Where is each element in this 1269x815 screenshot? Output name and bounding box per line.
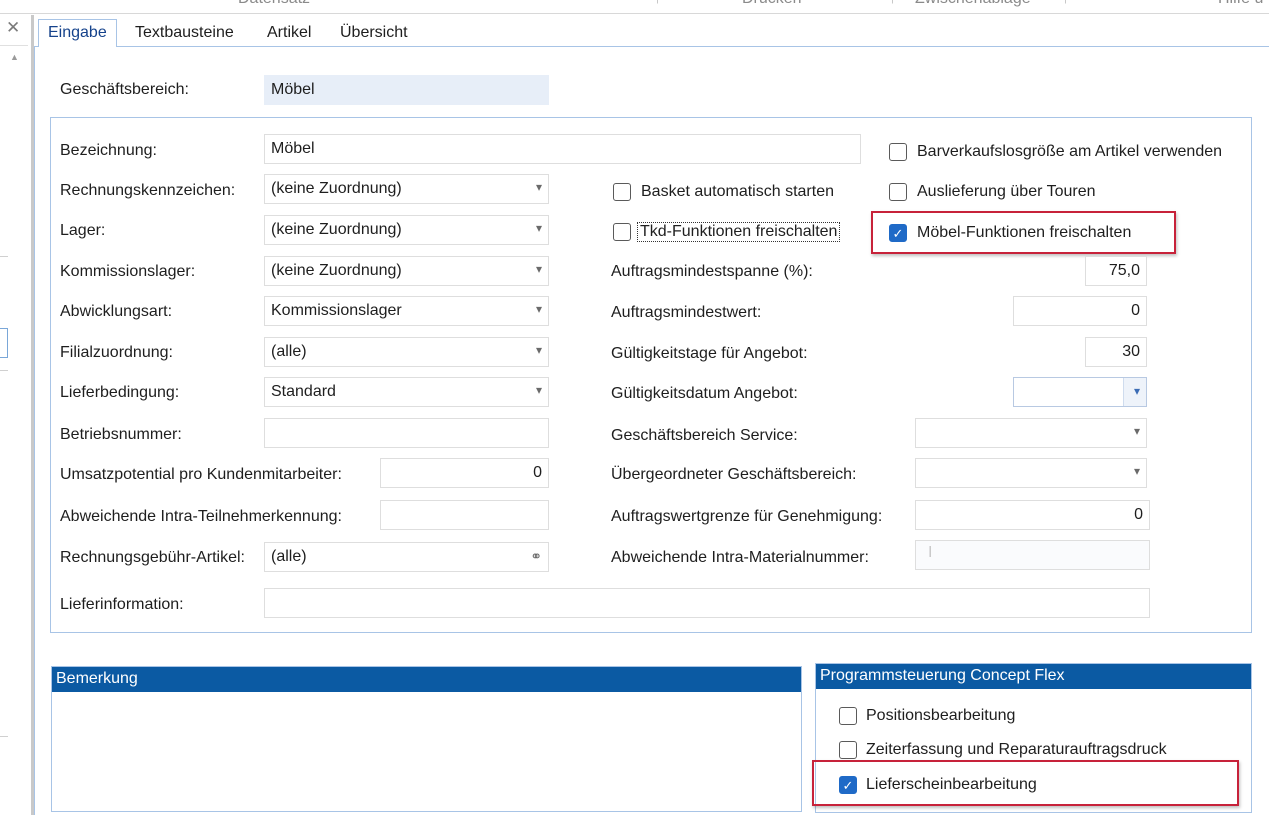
- ribbon-launcher-icon[interactable]: ↑: [655, 0, 661, 6]
- ribbon-group-zwischenablage: Zwischenablage: [915, 0, 1031, 8]
- pane-selected-item[interactable]: [0, 328, 8, 358]
- intra-material-label: Abweichende Intra-Materialnummer:: [611, 549, 869, 566]
- pane-divider: [0, 256, 8, 257]
- date-dropdown-icon[interactable]: ▾: [1134, 384, 1140, 398]
- tab-bar: Eingabe Textbausteine Artikel Übersicht: [34, 15, 1269, 48]
- betriebsnummer-label: Betriebsnummer:: [60, 426, 182, 443]
- betriebsnummer-input[interactable]: [264, 418, 549, 448]
- rechnungsgebuehr-lookup[interactable]: (alle) ⚭: [264, 542, 549, 572]
- rechnungskennzeichen-combo[interactable]: (keine Zuordnung): [264, 174, 549, 204]
- ribbon-group-drucken: Drucken: [742, 0, 802, 8]
- basket-checkbox[interactable]: [613, 183, 631, 201]
- zeiterfassung-label: Zeiterfassung und Reparaturauftragsdruck: [866, 741, 1167, 758]
- umsatzpotential-input[interactable]: 0: [380, 458, 549, 488]
- mindestwert-label: Auftragsmindestwert:: [611, 304, 762, 321]
- bemerkung-panel: Bemerkung: [51, 666, 802, 812]
- positionsbearbeitung-label: Positionsbearbeitung: [866, 707, 1016, 724]
- ribbon-launcher-icon[interactable]: ↑: [890, 0, 896, 6]
- moebel-checkbox[interactable]: ✓: [889, 224, 907, 242]
- pane-separator: [0, 45, 28, 46]
- mindestspanne-label: Auftragsmindestspanne (%):: [611, 263, 813, 280]
- close-icon[interactable]: ✕: [6, 18, 20, 38]
- rechnungskennzeichen-label: Rechnungskennzeichen:: [60, 182, 236, 199]
- geschaeftsbereich-label: Geschäftsbereich:: [60, 81, 189, 98]
- lieferbedingung-label: Lieferbedingung:: [60, 384, 180, 401]
- zeiterfassung-checkbox[interactable]: [839, 741, 857, 759]
- intra-material-input[interactable]: I: [915, 540, 1150, 570]
- gb-service-combo[interactable]: [915, 418, 1147, 448]
- concept-flex-header: Programmsteuerung Concept Flex: [816, 664, 1251, 689]
- bemerkung-textarea[interactable]: [52, 692, 801, 811]
- ribbon-launcher-icon[interactable]: ↑: [1063, 0, 1069, 6]
- gueltigkeitstage-input[interactable]: 30: [1085, 337, 1147, 367]
- intra-teilnehmer-label: Abweichende Intra-Teilnehmerkennung:: [60, 508, 342, 525]
- kommissionslager-label: Kommissionslager:: [60, 263, 196, 280]
- barverkauf-checkbox[interactable]: [889, 143, 907, 161]
- pane-divider: [0, 370, 8, 371]
- gueltigkeitstage-label: Gültigkeitstage für Angebot:: [611, 345, 808, 362]
- lieferscheinbearbeitung-label: Lieferscheinbearbeitung: [866, 776, 1037, 793]
- rechnungsgebuehr-label: Rechnungsgebühr-Artikel:: [60, 549, 245, 566]
- ribbon-group-hilfe: Hilfe u: [1218, 0, 1263, 8]
- abwicklungsart-label: Abwicklungsart:: [60, 303, 173, 320]
- lieferbedingung-combo[interactable]: Standard: [264, 377, 549, 407]
- auslieferung-label: Auslieferung über Touren: [917, 183, 1096, 200]
- rechnungsgebuehr-value: (alle): [271, 548, 307, 565]
- bemerkung-header: Bemerkung: [52, 667, 801, 692]
- bezeichnung-label: Bezeichnung:: [60, 142, 157, 159]
- tkd-checkbox[interactable]: [613, 223, 631, 241]
- wertgrenze-label: Auftragswertgrenze für Genehmigung:: [611, 508, 883, 525]
- tkd-label: Tkd-Funktionen freischalten: [637, 222, 841, 242]
- gb-uebergeordnet-label: Übergeordneter Geschäftsbereich:: [611, 466, 857, 483]
- lieferinformation-label: Lieferinformation:: [60, 596, 184, 613]
- gb-uebergeordnet-combo[interactable]: [915, 458, 1147, 488]
- barverkauf-label: Barverkaufslosgröße am Artikel verwenden: [917, 143, 1223, 160]
- lager-combo[interactable]: (keine Zuordnung): [264, 215, 549, 245]
- tab-artikel[interactable]: Artikel: [258, 20, 320, 47]
- ribbon-group-datensatz: Datensatz: [238, 0, 310, 8]
- intra-teilnehmer-input[interactable]: [380, 500, 549, 530]
- bezeichnung-input[interactable]: Möbel: [264, 134, 861, 164]
- basket-label: Basket automatisch starten: [641, 183, 834, 200]
- tab-textbausteine[interactable]: Textbausteine: [126, 20, 243, 47]
- positionsbearbeitung-checkbox[interactable]: [839, 707, 857, 725]
- binoculars-search-icon[interactable]: ⚭: [530, 548, 542, 565]
- kommissionslager-combo[interactable]: (keine Zuordnung): [264, 256, 549, 286]
- umsatzpotential-label: Umsatzpotential pro Kundenmitarbeiter:: [60, 466, 342, 483]
- gueltigkeitsdatum-datepicker[interactable]: ▾: [1013, 377, 1147, 407]
- tab-eingabe[interactable]: Eingabe: [38, 19, 117, 48]
- lieferscheinbearbeitung-checkbox[interactable]: ✓: [839, 776, 857, 794]
- mindestwert-input[interactable]: 0: [1013, 296, 1147, 326]
- moebel-label: Möbel-Funktionen freischalten: [917, 224, 1132, 241]
- lieferinformation-input[interactable]: [264, 588, 1150, 618]
- filialzuordnung-label: Filialzuordnung:: [60, 344, 173, 361]
- filialzuordnung-combo[interactable]: (alle): [264, 337, 549, 367]
- wertgrenze-input[interactable]: 0: [915, 500, 1150, 530]
- scroll-up-icon[interactable]: ▲: [10, 52, 19, 62]
- lager-label: Lager:: [60, 222, 106, 239]
- gb-service-label: Geschäftsbereich Service:: [611, 427, 798, 444]
- text-cursor-icon: I: [928, 544, 933, 561]
- left-navigation-pane: [0, 15, 34, 815]
- geschaeftsbereich-field: Möbel: [264, 75, 549, 105]
- pane-divider: [0, 736, 8, 737]
- tab-uebersicht[interactable]: Übersicht: [331, 20, 417, 47]
- mindestspanne-input[interactable]: 75,0: [1085, 256, 1147, 286]
- gueltigkeitsdatum-label: Gültigkeitsdatum Angebot:: [611, 385, 798, 402]
- ribbon-strip: Datensatz ↑ Drucken ↑ Zwischenablage ↑ H…: [0, 0, 1269, 14]
- abwicklungsart-combo[interactable]: Kommissionslager: [264, 296, 549, 326]
- auslieferung-checkbox[interactable]: [889, 183, 907, 201]
